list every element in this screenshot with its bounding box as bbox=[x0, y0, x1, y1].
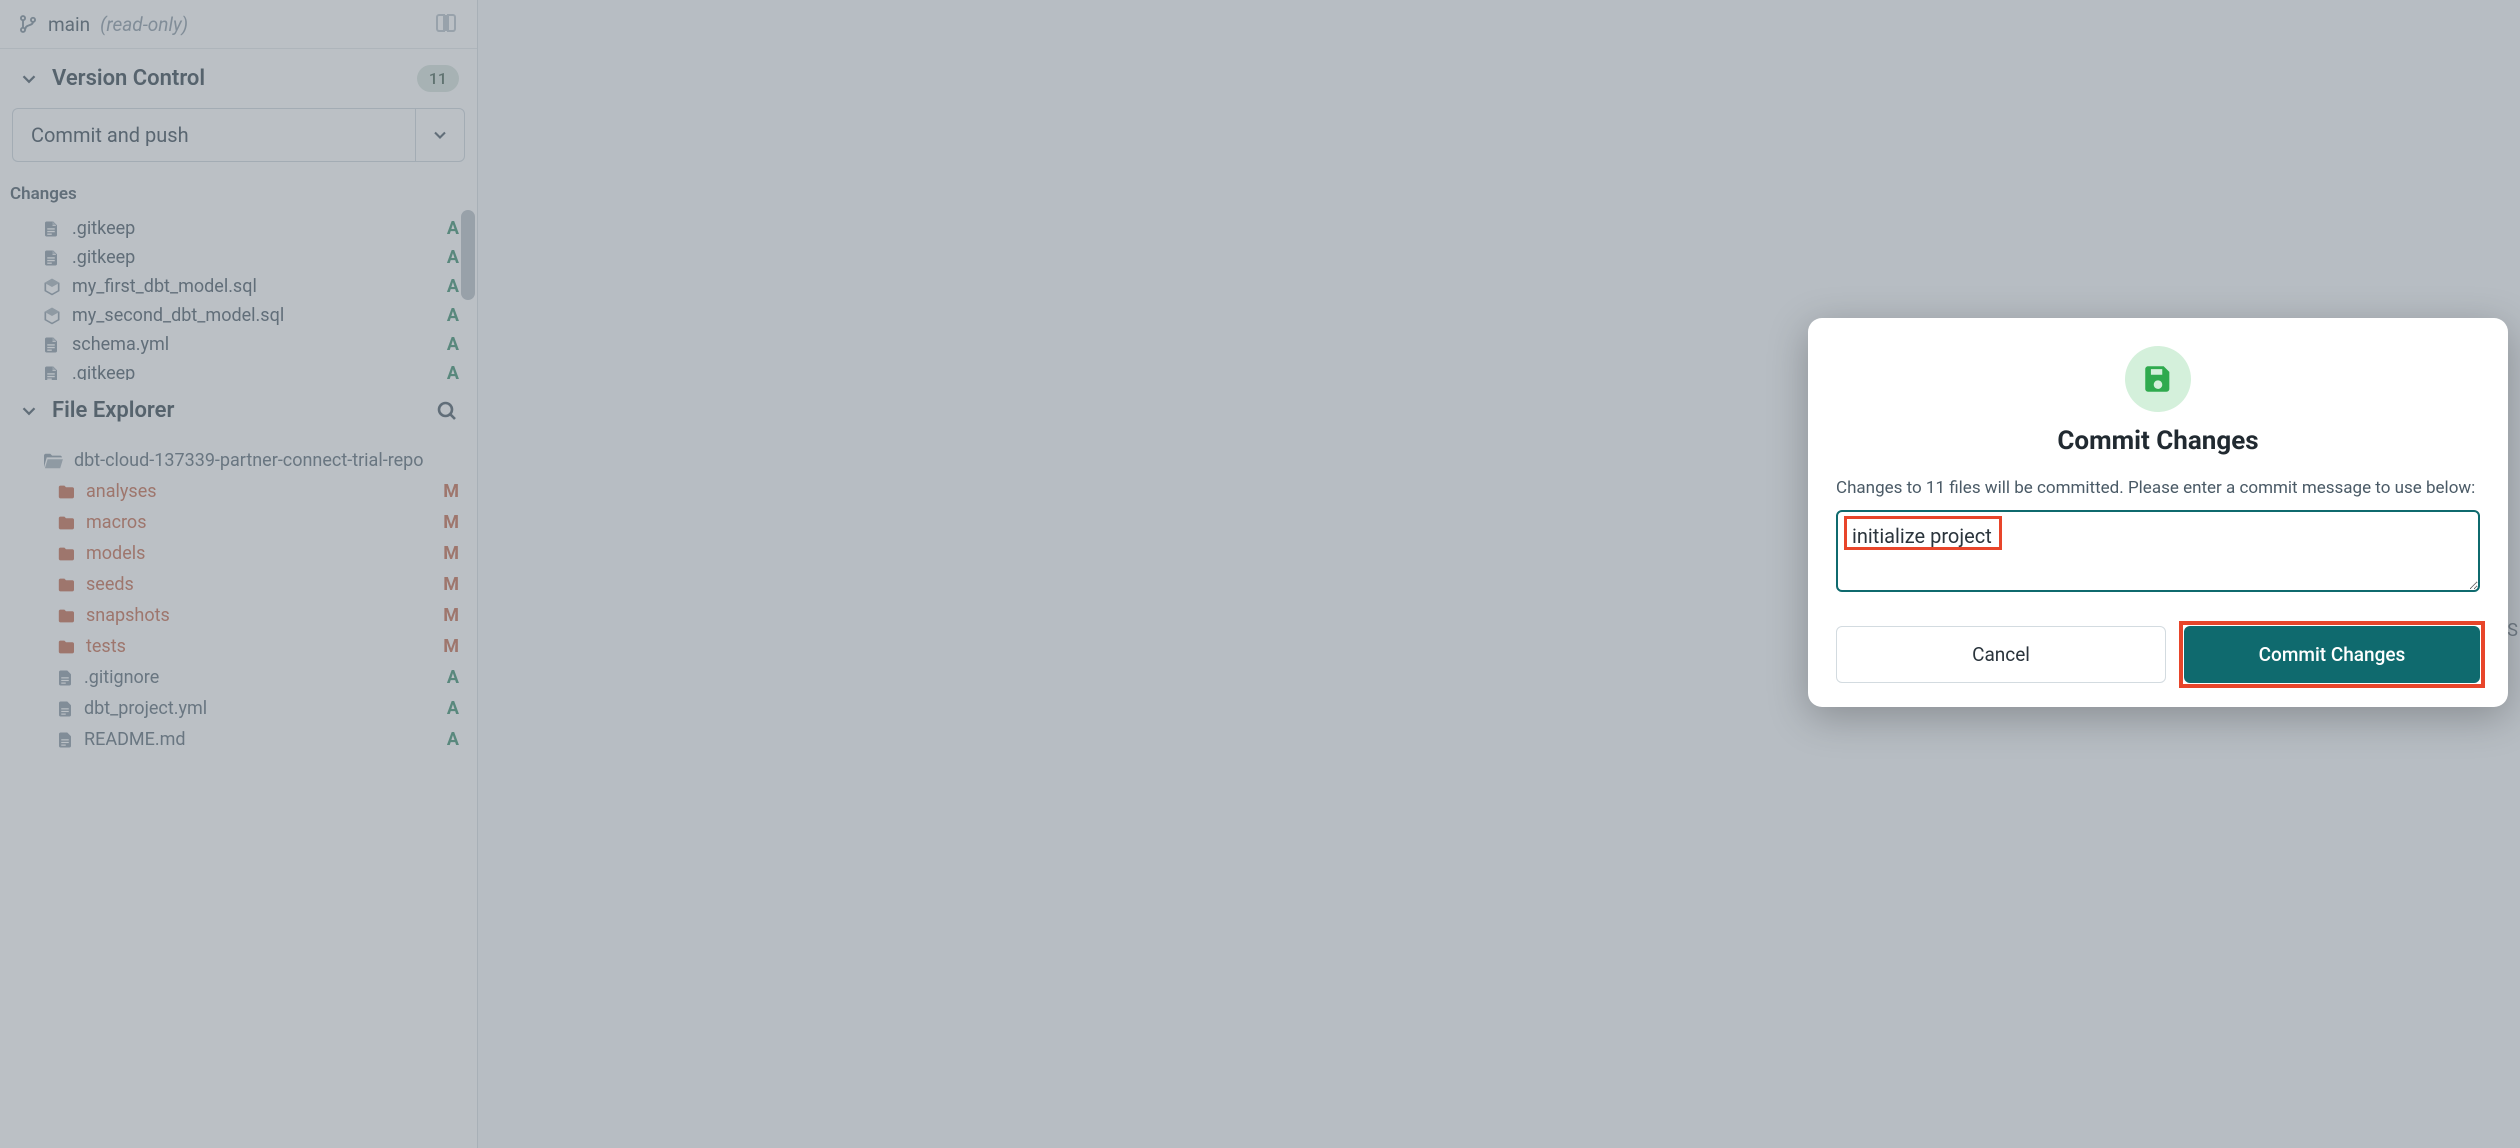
tree-item-status: M bbox=[443, 481, 459, 502]
change-status: A bbox=[447, 218, 459, 239]
modal-title: Commit Changes bbox=[1836, 426, 2480, 456]
change-status: A bbox=[447, 305, 459, 326]
cube-icon bbox=[42, 306, 62, 326]
change-status: A bbox=[447, 247, 459, 268]
sidebar: main (read-only) Version Control 11 Comm… bbox=[0, 0, 478, 1148]
chevron-down-icon bbox=[18, 400, 40, 422]
changes-list: .gitkeep A .gitkeep Amy_first_dbt_model.sql… bbox=[0, 210, 477, 380]
branch-bar: main (read-only) bbox=[0, 0, 477, 49]
change-status: A bbox=[447, 334, 459, 355]
modal-prompt: Changes to 11 files will be committed. P… bbox=[1836, 478, 2480, 498]
file-icon bbox=[42, 335, 62, 355]
commit-message-input[interactable] bbox=[1836, 510, 2480, 592]
commit-modal: Commit Changes Changes to 11 files will … bbox=[1808, 318, 2508, 707]
change-status: A bbox=[447, 363, 459, 380]
save-icon bbox=[2125, 346, 2191, 412]
file-explorer-header[interactable]: File Explorer bbox=[0, 380, 477, 439]
folder-icon bbox=[56, 608, 76, 624]
tree-item-label: seeds bbox=[86, 574, 433, 595]
file-explorer-title: File Explorer bbox=[52, 398, 423, 423]
search-icon[interactable] bbox=[435, 399, 459, 423]
change-item[interactable]: my_second_dbt_model.sql A bbox=[0, 301, 477, 330]
tree-item[interactable]: dbt_project.yml A bbox=[0, 693, 477, 724]
tree-item[interactable]: analyses M bbox=[0, 476, 477, 507]
tree-item-label: snapshots bbox=[86, 605, 433, 626]
file-icon bbox=[42, 248, 62, 268]
folder-icon bbox=[56, 515, 76, 531]
tree-item-status: M bbox=[443, 605, 459, 626]
tree-item-status: M bbox=[443, 574, 459, 595]
tree-item[interactable]: macros M bbox=[0, 507, 477, 538]
file-icon bbox=[42, 219, 62, 239]
cube-icon bbox=[42, 277, 62, 297]
tree-item-label: tests bbox=[86, 636, 433, 657]
changes-count-badge: 11 bbox=[417, 65, 459, 92]
tree-item-label: .gitignore bbox=[84, 667, 437, 688]
change-item[interactable]: my_first_dbt_model.sql A bbox=[0, 272, 477, 301]
folder-icon bbox=[56, 577, 76, 593]
tree-item-status: M bbox=[443, 543, 459, 564]
commit-push-button[interactable]: Commit and push bbox=[12, 108, 415, 162]
change-file-name: .gitkeep bbox=[72, 247, 437, 268]
change-file-name: my_first_dbt_model.sql bbox=[72, 276, 437, 297]
tree-item-label: analyses bbox=[86, 481, 433, 502]
tree-item-label: dbt_project.yml bbox=[84, 698, 437, 719]
folder-icon bbox=[56, 639, 76, 655]
file-explorer: File Explorer dbt-cloud-137339-partner-c… bbox=[0, 380, 477, 775]
change-file-name: my_second_dbt_model.sql bbox=[72, 305, 437, 326]
change-file-name: .gitkeep bbox=[72, 363, 437, 380]
folder-icon bbox=[56, 484, 76, 500]
tree-item[interactable]: tests M bbox=[0, 631, 477, 662]
tree-item[interactable]: README.md A bbox=[0, 724, 477, 755]
version-control-header[interactable]: Version Control 11 bbox=[0, 49, 477, 108]
tree-root[interactable]: dbt-cloud-137339-partner-connect-trial-r… bbox=[0, 445, 477, 476]
tree-item-label: models bbox=[86, 543, 433, 564]
change-item[interactable]: .gitkeep A bbox=[0, 214, 477, 243]
file-icon bbox=[56, 699, 74, 719]
tree-item-label: README.md bbox=[84, 729, 437, 750]
change-item[interactable]: .gitkeep A bbox=[0, 243, 477, 272]
tree-item-label: macros bbox=[86, 512, 433, 533]
commit-row: Commit and push bbox=[0, 108, 477, 178]
change-status: A bbox=[447, 276, 459, 297]
folder-icon bbox=[56, 546, 76, 562]
file-icon bbox=[56, 668, 74, 688]
file-icon bbox=[42, 364, 62, 381]
cancel-button[interactable]: Cancel bbox=[1836, 626, 2166, 683]
tree-item[interactable]: .gitignore A bbox=[0, 662, 477, 693]
change-file-name: schema.yml bbox=[72, 334, 437, 355]
tree-item-status: A bbox=[447, 667, 459, 688]
tree-item[interactable]: models M bbox=[0, 538, 477, 569]
tree-item-status: M bbox=[443, 636, 459, 657]
change-item[interactable]: schema.yml A bbox=[0, 330, 477, 359]
branch-mode: (read-only) bbox=[100, 13, 188, 36]
tree-item[interactable]: snapshots M bbox=[0, 600, 477, 631]
version-control-title: Version Control bbox=[52, 66, 405, 91]
tree-root-label: dbt-cloud-137339-partner-connect-trial-r… bbox=[74, 450, 459, 471]
chevron-down-icon bbox=[18, 68, 40, 90]
tree-item-status: A bbox=[447, 698, 459, 719]
folder-open-icon bbox=[42, 452, 64, 470]
tree-item[interactable]: seeds M bbox=[0, 569, 477, 600]
git-branch-icon bbox=[18, 13, 38, 35]
changes-scrollbar[interactable] bbox=[461, 210, 475, 380]
change-file-name: .gitkeep bbox=[72, 218, 437, 239]
changes-label: Changes bbox=[0, 178, 477, 210]
file-tree: dbt-cloud-137339-partner-connect-trial-r… bbox=[0, 439, 477, 775]
commit-dropdown-button[interactable] bbox=[415, 108, 465, 162]
file-icon bbox=[56, 730, 74, 750]
commit-changes-button[interactable]: Commit Changes bbox=[2184, 626, 2480, 683]
branch-name: main bbox=[48, 13, 90, 36]
tree-item-status: A bbox=[447, 729, 459, 750]
book-icon[interactable] bbox=[433, 12, 459, 36]
change-item[interactable]: .gitkeep A bbox=[0, 359, 477, 380]
tree-item-status: M bbox=[443, 512, 459, 533]
